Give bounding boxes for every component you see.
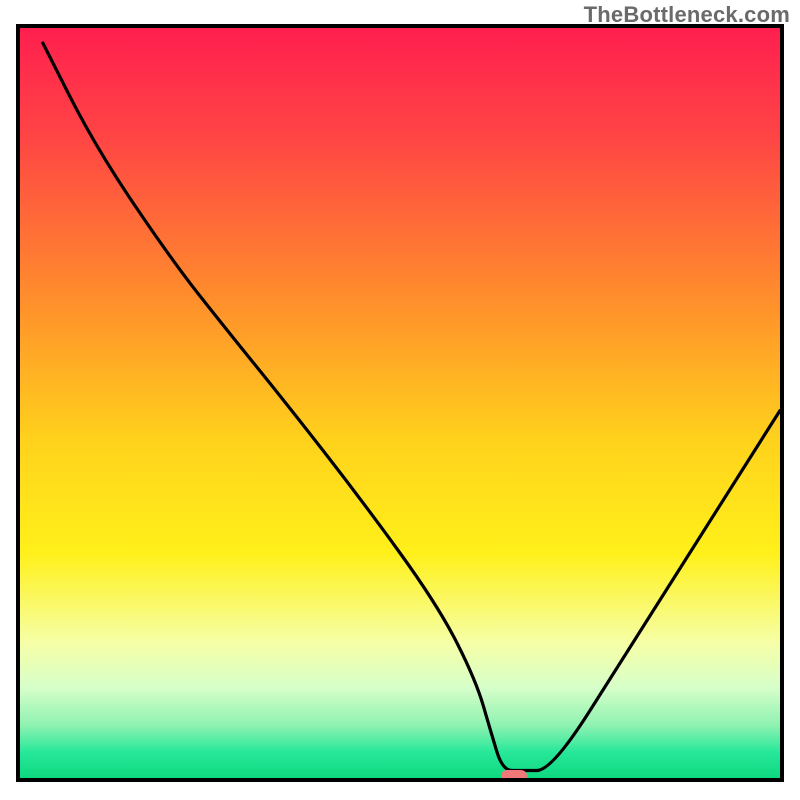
plot-background: [20, 28, 780, 778]
bottleneck-plot: [0, 0, 800, 800]
watermark-text: TheBottleneck.com: [584, 2, 790, 28]
chart-container: TheBottleneck.com: [0, 0, 800, 800]
